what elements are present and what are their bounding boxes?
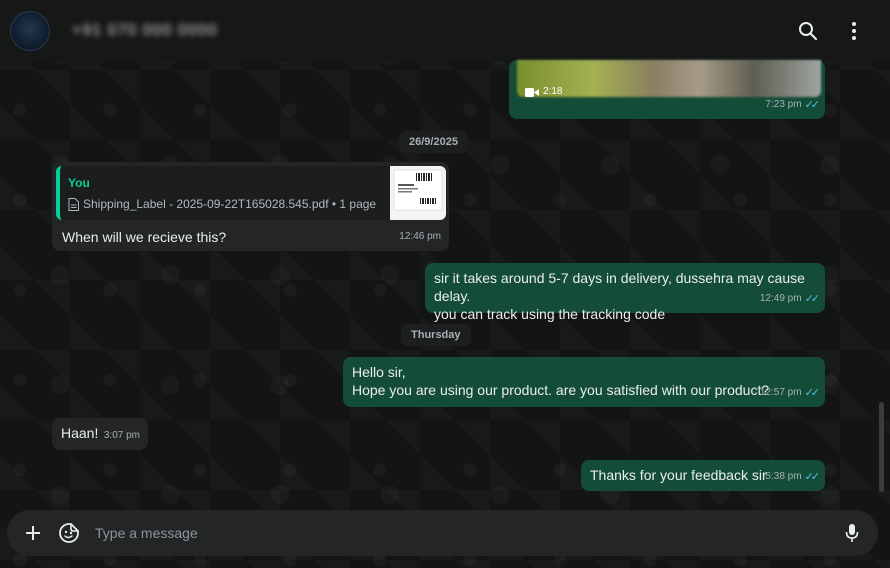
- video-thumbnail[interactable]: [517, 60, 821, 97]
- message-input[interactable]: Type a message: [95, 525, 840, 541]
- message-text-out[interactable]: Hello sir, Hope you are using our produc…: [343, 357, 825, 407]
- message-time: 3:07 pm: [103, 430, 140, 441]
- quoted-message[interactable]: You Shipping_Label - 2025-09-22T165028.5…: [56, 166, 446, 220]
- read-ticks-icon: ✓✓: [804, 387, 821, 399]
- microphone-icon[interactable]: [840, 521, 864, 545]
- search-icon[interactable]: [796, 19, 820, 43]
- message-time: 12:49 pm: [759, 293, 802, 304]
- message-line: Hello sir,: [352, 364, 406, 380]
- message-text-out[interactable]: sir it takes around 5-7 days in delivery…: [425, 263, 825, 322]
- document-icon: [68, 197, 79, 211]
- video-duration: 2:18: [525, 83, 562, 101]
- message-time: 12:46 pm: [399, 231, 441, 242]
- kebab-menu-icon[interactable]: [842, 19, 866, 43]
- chat-header[interactable]: +91 070 000 0000: [0, 0, 890, 62]
- read-ticks-icon: ✓✓: [804, 99, 821, 111]
- message-reply[interactable]: You Shipping_Label - 2025-09-22T165028.5…: [52, 162, 449, 251]
- message-video[interactable]: 2:18 7:23 pm ✓✓: [509, 60, 825, 119]
- message-line: Hope you are using our product. are you …: [352, 382, 770, 398]
- date-separator: 26/9/2025: [399, 131, 468, 153]
- message-time: 5:38 pm: [765, 471, 802, 482]
- pdf-thumbnail: [390, 166, 446, 220]
- message-meta: 12:57 pm ✓✓: [759, 384, 821, 402]
- quote-sender: You: [68, 176, 90, 190]
- read-ticks-icon: ✓✓: [804, 293, 821, 305]
- message-time: 12:57 pm: [759, 387, 802, 398]
- message-meta: 12:49 pm ✓✓: [759, 290, 821, 308]
- sticker-icon[interactable]: [57, 521, 81, 545]
- message-meta: 7:23 pm ✓✓: [765, 96, 821, 114]
- plus-icon[interactable]: [21, 521, 45, 545]
- date-separator: Thursday: [401, 324, 471, 346]
- chat-scrollbar[interactable]: [879, 402, 884, 492]
- avatar[interactable]: [10, 11, 50, 51]
- video-camera-icon: [525, 87, 539, 97]
- contact-name[interactable]: +91 070 000 0000: [72, 22, 217, 40]
- message-text-out[interactable]: Thanks for your feedback sir 5:38 pm ✓✓: [581, 460, 825, 491]
- message-composer[interactable]: Type a message: [7, 510, 878, 556]
- message-time: 7:23 pm: [765, 99, 802, 110]
- message-meta: 3:07 pm: [104, 427, 140, 445]
- quote-file: Shipping_Label - 2025-09-22T165028.545.p…: [68, 195, 376, 213]
- message-meta: 12:46 pm: [399, 228, 441, 246]
- message-text: When will we recieve this?: [62, 229, 227, 245]
- message-meta: 5:38 pm ✓✓: [765, 468, 821, 486]
- message-text-in[interactable]: Haan! 3:07 pm: [52, 418, 148, 450]
- read-ticks-icon: ✓✓: [804, 471, 821, 483]
